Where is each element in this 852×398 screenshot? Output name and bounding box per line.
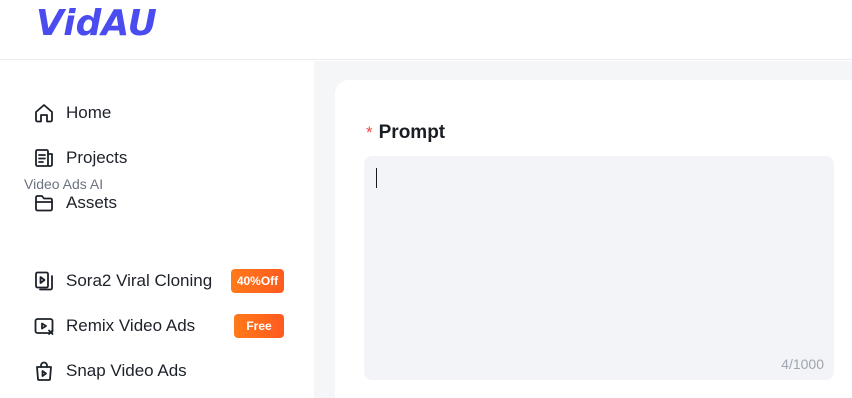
vidau-logo[interactable]: VidAU: [36, 4, 157, 44]
discount-badge: 40%Off: [231, 269, 284, 293]
sidebar-item-label: Projects: [66, 148, 128, 167]
sidebar-item-label: Snap Video Ads: [66, 361, 187, 380]
snap-bag-icon: [33, 360, 55, 382]
top-header: VidAU: [0, 0, 852, 60]
sidebar-item-label: Remix Video Ads: [66, 316, 196, 335]
sidebar-item-remix-video-ads[interactable]: Remix Video Ads: [33, 314, 195, 338]
prompt-label-text: Prompt: [378, 122, 446, 143]
required-marker: *: [366, 123, 373, 142]
sidebar-item-snap-video-ads[interactable]: Snap Video Ads: [33, 359, 187, 383]
prompt-label: * Prompt: [366, 122, 445, 144]
video-clone-icon: [33, 270, 55, 292]
free-badge: Free: [234, 314, 284, 338]
folder-icon: [33, 192, 55, 214]
prompt-textarea[interactable]: 4/1000: [364, 156, 834, 380]
sidebar-item-assets[interactable]: Assets: [33, 191, 117, 215]
home-icon: [33, 102, 55, 124]
sidebar-item-home[interactable]: Home: [33, 101, 111, 125]
text-caret: [376, 168, 377, 188]
sidebar-item-sora2-viral-cloning[interactable]: Sora2 Viral Cloning: [33, 269, 212, 293]
sidebar-item-label: Sora2 Viral Cloning: [66, 271, 213, 290]
remix-video-icon: [33, 315, 55, 337]
sidebar-item-label: Assets: [66, 193, 118, 212]
sidebar-item-projects[interactable]: Projects: [33, 146, 127, 170]
sidebar-item-label: Home: [66, 103, 112, 122]
section-title-video-ads-ai: Video Ads AI: [24, 176, 104, 192]
projects-icon: [33, 147, 55, 169]
character-counter: 4/1000: [781, 356, 824, 372]
